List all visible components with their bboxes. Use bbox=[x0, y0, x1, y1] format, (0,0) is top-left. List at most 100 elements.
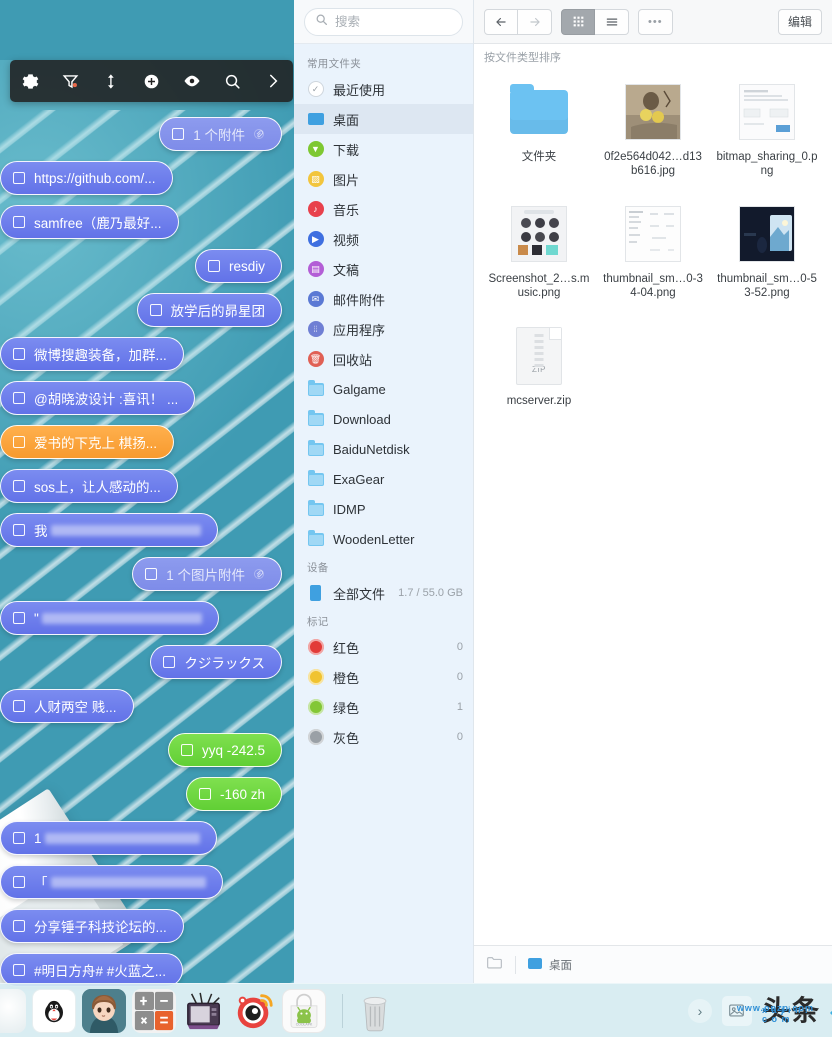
calculator-icon[interactable] bbox=[132, 988, 176, 1033]
note-checkbox[interactable] bbox=[145, 568, 158, 580]
note-checkbox[interactable] bbox=[163, 656, 176, 668]
note-pill[interactable]: 1 个附件 bbox=[159, 117, 282, 151]
coolapk-icon[interactable]: COOLAPK bbox=[282, 988, 326, 1033]
edit-button[interactable]: 编辑 bbox=[777, 8, 822, 35]
filter-icon[interactable] bbox=[54, 64, 88, 98]
sidebar-item-回收站[interactable]: 🗑 回收站 bbox=[294, 344, 473, 374]
more-options-button[interactable]: ••• bbox=[638, 8, 673, 35]
note-pill[interactable]: sos上，让人感动的... bbox=[0, 469, 178, 503]
anime-avatar-icon[interactable] bbox=[82, 988, 126, 1033]
note-checkbox[interactable] bbox=[13, 216, 25, 228]
sidebar-item-galgame[interactable]: Galgame bbox=[294, 374, 473, 404]
note-pill[interactable]: https://github.com/... bbox=[0, 161, 173, 195]
sidebar-item-红色[interactable]: 红色 0 bbox=[294, 632, 473, 662]
dock-partial-icon[interactable] bbox=[0, 988, 26, 1033]
trash-icon[interactable] bbox=[353, 989, 397, 1033]
note-checkbox[interactable] bbox=[13, 480, 25, 492]
note-pill[interactable]: 1 bbox=[0, 821, 217, 855]
note-checkbox[interactable] bbox=[13, 612, 25, 624]
sidebar-item-邮件附件[interactable]: ✉ 邮件附件 bbox=[294, 284, 473, 314]
note-checkbox[interactable] bbox=[180, 744, 193, 756]
file-manager-status-bar: 桌面 bbox=[474, 945, 832, 983]
search-box[interactable] bbox=[304, 8, 463, 36]
note-pill[interactable]: samfree（鹿乃最好... bbox=[0, 205, 179, 239]
sidebar-item-橙色[interactable]: 橙色 0 bbox=[294, 662, 473, 692]
sidebar-item-灰色[interactable]: 灰色 0 bbox=[294, 722, 473, 752]
note-checkbox[interactable] bbox=[13, 832, 25, 844]
tv-icon[interactable] bbox=[182, 989, 226, 1033]
qq-icon[interactable] bbox=[32, 988, 76, 1033]
note-pill[interactable]: クジラックス bbox=[150, 645, 282, 679]
back-button[interactable] bbox=[484, 8, 518, 35]
sidebar-item-文稿[interactable]: ▤ 文稿 bbox=[294, 254, 473, 284]
note-pill[interactable]: yyq -242.5 bbox=[167, 733, 282, 767]
note-pill[interactable]: " bbox=[0, 601, 219, 635]
file-item[interactable]: thumbnail_sm…0-34-04.png bbox=[596, 198, 710, 320]
sidebar-item-idmp[interactable]: IDMP bbox=[294, 494, 473, 524]
sidebar-scroll-area[interactable]: 常用文件夹 ✓ 最近使用 桌面 ▼ 下载 ▨ 图片 ♪ 音乐 ▶ 视频 ▤ 文稿 ✉ 邮件附件 ⦙⦙ 应用程序 🗑 回… bbox=[294, 44, 473, 983]
note-pill[interactable]: @胡晓波设计 :喜讯！ ... bbox=[0, 381, 196, 415]
sidebar-item-最近使用[interactable]: ✓ 最近使用 bbox=[294, 74, 473, 104]
eye-icon[interactable] bbox=[175, 64, 209, 98]
sidebar-item-绿色[interactable]: 绿色 1 bbox=[294, 692, 473, 722]
note-pill[interactable]: -160 zh bbox=[185, 777, 282, 811]
note-checkbox[interactable] bbox=[13, 700, 25, 712]
sidebar-item-下载[interactable]: ▼ 下载 bbox=[294, 134, 473, 164]
sidebar-item-应用程序[interactable]: ⦙⦙ 应用程序 bbox=[294, 314, 473, 344]
file-item[interactable]: thumbnail_sm…0-53-52.png bbox=[710, 198, 824, 320]
sidebar-item-download[interactable]: Download bbox=[294, 404, 473, 434]
sidebar-item-桌面[interactable]: 桌面 bbox=[294, 104, 473, 134]
sidebar-item-baidunetdisk[interactable]: BaiduNetdisk bbox=[294, 434, 473, 464]
sidebar-item-count: 0 bbox=[456, 731, 463, 743]
sort-icon[interactable] bbox=[94, 64, 128, 98]
note-checkbox[interactable] bbox=[13, 964, 25, 976]
note-pill[interactable]: 微博搜趣装备，加群... bbox=[0, 337, 184, 371]
file-item[interactable]: 文件夹 bbox=[482, 76, 596, 198]
note-pill[interactable]: 人财两空 贱... bbox=[0, 689, 134, 723]
add-icon[interactable] bbox=[134, 64, 168, 98]
sidebar-item-exagear[interactable]: ExaGear bbox=[294, 464, 473, 494]
note-checkbox[interactable] bbox=[198, 788, 211, 800]
weibo-icon[interactable] bbox=[232, 989, 276, 1033]
breadcrumb[interactable]: 桌面 bbox=[528, 957, 572, 973]
sidebar-item-woodenletter[interactable]: WoodenLetter bbox=[294, 524, 473, 554]
note-checkbox[interactable] bbox=[13, 172, 25, 184]
search-input[interactable] bbox=[335, 15, 452, 29]
note-pill[interactable]: 爱书的下克上 棋扬... bbox=[0, 425, 175, 459]
settings-icon[interactable] bbox=[13, 64, 47, 98]
file-item[interactable]: Screenshot_2…s.music.png bbox=[482, 198, 596, 320]
note-checkbox[interactable] bbox=[149, 304, 162, 316]
note-checkbox[interactable] bbox=[13, 436, 25, 448]
note-pill[interactable]: resdiy bbox=[194, 249, 282, 283]
list-view-button[interactable] bbox=[595, 8, 629, 35]
note-pill[interactable]: 1 个图片附件 bbox=[132, 557, 282, 591]
note-checkbox[interactable] bbox=[13, 524, 25, 536]
file-item[interactable]: ZIP mcserver.zip bbox=[482, 320, 596, 442]
chevron-right-icon[interactable] bbox=[256, 64, 290, 98]
note-checkbox[interactable] bbox=[13, 920, 25, 932]
grid-view-button[interactable] bbox=[561, 8, 595, 35]
note-pill[interactable]: 我 bbox=[0, 513, 218, 547]
sidebar-item-全部文件[interactable]: 全部文件 1.7 / 55.0 GB bbox=[294, 578, 473, 608]
folder-outline-icon[interactable] bbox=[486, 955, 503, 975]
sidebar-item-音乐[interactable]: ♪ 音乐 bbox=[294, 194, 473, 224]
fish-logo-icon bbox=[829, 1010, 832, 1015]
note-checkbox[interactable] bbox=[207, 260, 220, 272]
sidebar-item-视频[interactable]: ▶ 视频 bbox=[294, 224, 473, 254]
forward-button[interactable] bbox=[518, 8, 552, 35]
file-grid[interactable]: 文件夹 0f2e564d042…d13b616.jpg bitmap_sharing… bbox=[474, 70, 832, 945]
note-pill[interactable]: 「 bbox=[0, 865, 223, 899]
chevron-right-icon[interactable]: › bbox=[687, 998, 712, 1023]
note-checkbox[interactable] bbox=[13, 876, 25, 888]
note-checkbox[interactable] bbox=[13, 392, 25, 404]
file-item[interactable]: bitmap_sharing_0.png bbox=[710, 76, 824, 198]
file-item[interactable]: 0f2e564d042…d13b616.jpg bbox=[596, 76, 710, 198]
note-checkbox[interactable] bbox=[172, 128, 185, 140]
search-icon[interactable] bbox=[215, 64, 249, 98]
sidebar-item-图片[interactable]: ▨ 图片 bbox=[294, 164, 473, 194]
desktop-floating-toolbar[interactable] bbox=[10, 60, 293, 102]
note-checkbox[interactable] bbox=[13, 348, 25, 360]
note-pill[interactable]: 放学后的昴星团 bbox=[136, 293, 282, 327]
note-pill[interactable]: 分享锤子科技论坛的... bbox=[0, 909, 184, 943]
note-pill[interactable]: #明日方舟# #火蓝之... bbox=[0, 953, 184, 987]
